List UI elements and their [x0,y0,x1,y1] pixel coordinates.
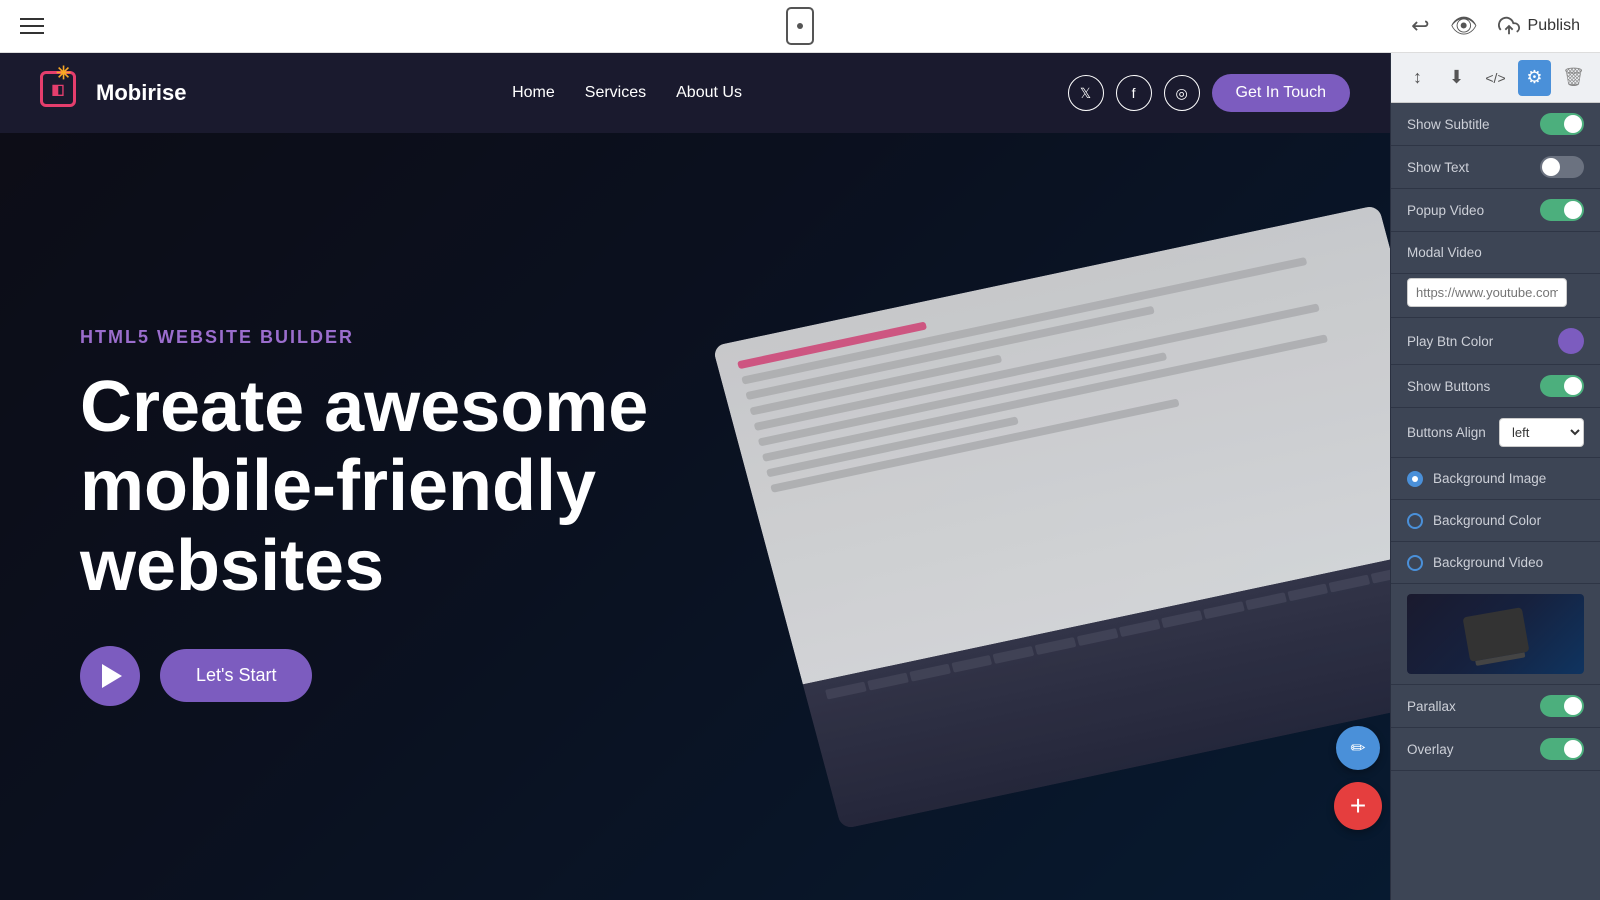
hero-content: HTML5 WEBSITE BUILDER Create awesome mob… [80,327,680,706]
logo-icon: ◧ ✳ [40,71,84,115]
float-add-button[interactable]: + [1334,782,1382,830]
preview-icon[interactable]: 👁 [1450,13,1478,39]
bg-video-radio[interactable] [1407,555,1423,571]
modal-video-input-row [1391,274,1600,318]
parallax-toggle[interactable] [1540,695,1584,717]
bg-image-radio[interactable] [1407,471,1423,487]
show-buttons-label: Show Buttons [1407,379,1490,394]
lets-start-button[interactable]: Let's Start [160,649,312,702]
hero-title-line1: Create awesome [80,367,648,447]
download-tool-button[interactable]: ⬇ [1440,60,1473,96]
main-area: ◧ ✳ Mobirise Home Services About Us 𝕏 f … [0,53,1600,900]
buttons-align-select[interactable]: left center right [1499,418,1584,447]
facebook-icon[interactable]: f [1116,75,1152,111]
get-in-touch-button[interactable]: Get In Touch [1212,74,1350,112]
laptop-illustration [770,267,1390,767]
hero-title: Create awesome mobile-friendly websites [80,368,680,606]
play-btn-color-label: Play Btn Color [1407,334,1493,349]
bg-image-row[interactable]: Background Image [1391,458,1600,500]
nav-about-us[interactable]: About Us [676,84,742,102]
overlay-toggle[interactable] [1540,738,1584,760]
panel-settings-content: Show Subtitle Show Text Popup Video Moda… [1391,103,1600,900]
parallax-label: Parallax [1407,699,1456,714]
site-nav: Home Services About Us [512,84,742,102]
play-btn-color-row: Play Btn Color [1391,318,1600,365]
show-text-label: Show Text [1407,160,1469,175]
logo-text: Mobirise [96,80,186,106]
publish-label: Publish [1528,17,1580,35]
popup-video-row: Popup Video [1391,189,1600,232]
bg-color-label: Background Color [1433,513,1541,528]
bg-color-radio[interactable] [1407,513,1423,529]
nav-services[interactable]: Services [585,84,646,102]
show-subtitle-row: Show Subtitle [1391,103,1600,146]
publish-button[interactable]: Publish [1498,15,1580,37]
buttons-align-row: Buttons Align left center right [1391,408,1600,458]
nav-home[interactable]: Home [512,84,555,102]
show-buttons-toggle[interactable] [1540,375,1584,397]
laptop-screen [712,204,1390,829]
sort-tool-button[interactable]: ↕ [1401,60,1434,96]
show-buttons-row: Show Buttons [1391,365,1600,408]
hero-section: HTML5 WEBSITE BUILDER Create awesome mob… [0,133,1390,900]
site-nav-actions: 𝕏 f ◎ Get In Touch [1068,74,1350,112]
hamburger-menu[interactable] [20,18,44,34]
delete-tool-button[interactable]: 🗑 [1557,60,1590,96]
bg-thumbnail-container [1391,584,1600,685]
bg-video-label: Background Video [1433,555,1543,570]
popup-video-toggle[interactable] [1540,199,1584,221]
modal-video-row: Modal Video [1391,232,1600,274]
hero-subtitle: HTML5 WEBSITE BUILDER [80,327,680,348]
overlay-label: Overlay [1407,742,1454,757]
settings-tool-button[interactable]: ⚙ [1518,60,1551,96]
popup-video-label: Popup Video [1407,203,1484,218]
show-text-row: Show Text [1391,146,1600,189]
bg-thumbnail[interactable] [1407,594,1584,674]
panel-toolbar: ↕ ⬇ </> ⚙ 🗑 [1391,53,1600,103]
site-logo: ◧ ✳ Mobirise [40,71,186,115]
overlay-row: Overlay [1391,728,1600,771]
parallax-row: Parallax [1391,685,1600,728]
thumbnail-laptop-icon [1462,607,1529,662]
play-video-button[interactable] [80,646,140,706]
show-text-toggle[interactable] [1540,156,1584,178]
bg-video-row[interactable]: Background Video [1391,542,1600,584]
hero-buttons: Let's Start [80,646,680,706]
modal-video-input[interactable] [1407,278,1567,307]
hero-title-line2: mobile-friendly websites [80,446,596,605]
mobile-preview-icon[interactable] [786,7,814,45]
play-btn-color-picker[interactable] [1558,328,1584,354]
undo-icon[interactable]: ↩ [1411,13,1429,39]
float-edit-button[interactable]: ✏ [1336,726,1380,770]
bg-image-label: Background Image [1433,471,1546,486]
right-panel: ↕ ⬇ </> ⚙ 🗑 Show Subtitle Show Text Popu… [1390,53,1600,900]
show-subtitle-toggle[interactable] [1540,113,1584,135]
site-navbar: ◧ ✳ Mobirise Home Services About Us 𝕏 f … [0,53,1390,133]
bg-color-row[interactable]: Background Color [1391,500,1600,542]
modal-video-label: Modal Video [1407,245,1482,260]
top-toolbar: ↩ 👁 Publish [0,0,1600,53]
instagram-icon[interactable]: ◎ [1164,75,1200,111]
website-preview: ◧ ✳ Mobirise Home Services About Us 𝕏 f … [0,53,1390,900]
twitter-icon[interactable]: 𝕏 [1068,75,1104,111]
buttons-align-label: Buttons Align [1407,425,1486,440]
code-tool-button[interactable]: </> [1479,60,1512,96]
show-subtitle-label: Show Subtitle [1407,117,1490,132]
